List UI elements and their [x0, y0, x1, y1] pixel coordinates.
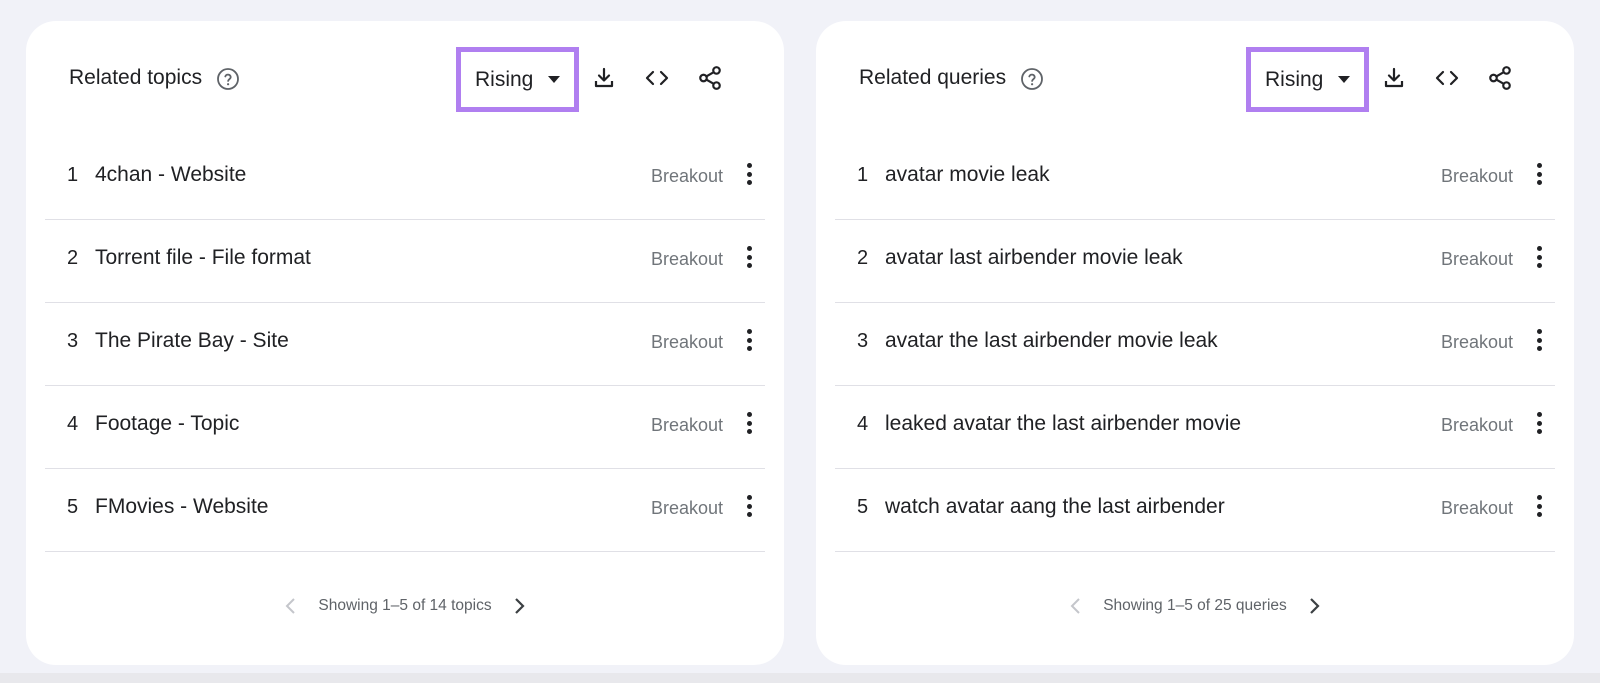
list-item[interactable]: 1 4chan - Website Breakout [45, 137, 765, 220]
more-vertical-icon[interactable] [737, 491, 761, 521]
chevron-left-icon[interactable] [278, 593, 304, 619]
row-rank: 2 [857, 247, 869, 269]
chevron-right-icon[interactable] [1301, 593, 1327, 619]
chevron-left-icon[interactable] [1063, 593, 1089, 619]
row-value: Breakout [1440, 415, 1513, 435]
list-item[interactable]: 2 avatar last airbender movie leak Break… [835, 220, 1555, 303]
row-value: Breakout [650, 249, 723, 269]
rising-dropdown[interactable]: Rising [1246, 47, 1369, 112]
list-item[interactable]: 5 watch avatar aang the last airbender B… [835, 469, 1555, 552]
caret-down-icon [548, 76, 560, 83]
row-label[interactable]: watch avatar aang the last airbender [885, 495, 1225, 519]
pagination-text: Showing 1–5 of 14 topics [318, 597, 492, 614]
row-value: Breakout [1440, 498, 1513, 518]
more-vertical-icon[interactable] [737, 242, 761, 272]
card-title: Related topics [69, 66, 240, 90]
pagination: Showing 1–5 of 25 queries [816, 593, 1574, 619]
chevron-right-icon[interactable] [506, 593, 532, 619]
related-topics-card: Related topics Rising 1 4chan - Website … [26, 21, 784, 665]
card-title: Related queries [859, 66, 1044, 90]
more-vertical-icon[interactable] [737, 325, 761, 355]
list-item[interactable]: 5 FMovies - Website Breakout [45, 469, 765, 552]
card-header: Related queries Rising [816, 21, 1574, 137]
row-rank: 3 [67, 330, 79, 352]
list-item[interactable]: 4 leaked avatar the last airbender movie… [835, 386, 1555, 469]
download-icon[interactable] [1379, 63, 1409, 93]
row-value: Breakout [1440, 332, 1513, 352]
list-item[interactable]: 2 Torrent file - File format Breakout [45, 220, 765, 303]
download-icon[interactable] [589, 63, 619, 93]
more-vertical-icon[interactable] [737, 408, 761, 438]
row-rank: 5 [857, 496, 869, 518]
card-header: Related topics Rising [26, 21, 784, 137]
row-value: Breakout [650, 332, 723, 352]
share-icon[interactable] [695, 63, 725, 93]
caret-down-icon [1338, 76, 1350, 83]
code-icon[interactable] [642, 63, 672, 93]
card-title-text: Related topics [69, 66, 203, 89]
row-label[interactable]: Torrent file - File format [95, 246, 311, 270]
more-vertical-icon[interactable] [1527, 408, 1551, 438]
row-value: Breakout [1440, 166, 1513, 186]
topics-list: 1 4chan - Website Breakout 2 Torrent fil… [45, 137, 765, 552]
row-label[interactable]: leaked avatar the last airbender movie [885, 412, 1241, 436]
more-vertical-icon[interactable] [1527, 159, 1551, 189]
row-label[interactable]: Footage - Topic [95, 412, 239, 436]
list-item[interactable]: 1 avatar movie leak Breakout [835, 137, 1555, 220]
row-label[interactable]: FMovies - Website [95, 495, 269, 519]
row-rank: 2 [67, 247, 79, 269]
row-label[interactable]: avatar the last airbender movie leak [885, 329, 1218, 353]
share-icon[interactable] [1485, 63, 1515, 93]
queries-list: 1 avatar movie leak Breakout 2 avatar la… [835, 137, 1555, 552]
more-vertical-icon[interactable] [1527, 242, 1551, 272]
help-circle-icon[interactable] [216, 66, 240, 90]
list-item[interactable]: 3 avatar the last airbender movie leak B… [835, 303, 1555, 386]
dropdown-selected-label: Rising [1265, 67, 1324, 91]
row-label[interactable]: avatar last airbender movie leak [885, 246, 1183, 270]
row-value: Breakout [650, 415, 723, 435]
dropdown-selected-label: Rising [475, 67, 534, 91]
window-bottom-edge [0, 673, 1600, 683]
pagination: Showing 1–5 of 14 topics [26, 593, 784, 619]
row-rank: 4 [857, 413, 869, 435]
help-circle-icon[interactable] [1020, 66, 1044, 90]
row-rank: 3 [857, 330, 869, 352]
row-label[interactable]: The Pirate Bay - Site [95, 329, 289, 353]
row-rank: 4 [67, 413, 79, 435]
card-title-text: Related queries [859, 66, 1007, 89]
row-value: Breakout [650, 166, 723, 186]
list-item[interactable]: 4 Footage - Topic Breakout [45, 386, 765, 469]
row-label[interactable]: avatar movie leak [885, 163, 1050, 187]
row-rank: 1 [857, 164, 869, 186]
pagination-text: Showing 1–5 of 25 queries [1103, 597, 1287, 614]
list-item[interactable]: 3 The Pirate Bay - Site Breakout [45, 303, 765, 386]
row-value: Breakout [650, 498, 723, 518]
more-vertical-icon[interactable] [1527, 325, 1551, 355]
row-rank: 1 [67, 164, 79, 186]
related-queries-card: Related queries Rising 1 avatar movie le… [816, 21, 1574, 665]
more-vertical-icon[interactable] [737, 159, 761, 189]
row-value: Breakout [1440, 249, 1513, 269]
row-label[interactable]: 4chan - Website [95, 163, 246, 187]
rising-dropdown[interactable]: Rising [456, 47, 579, 112]
code-icon[interactable] [1432, 63, 1462, 93]
row-rank: 5 [67, 496, 79, 518]
more-vertical-icon[interactable] [1527, 491, 1551, 521]
